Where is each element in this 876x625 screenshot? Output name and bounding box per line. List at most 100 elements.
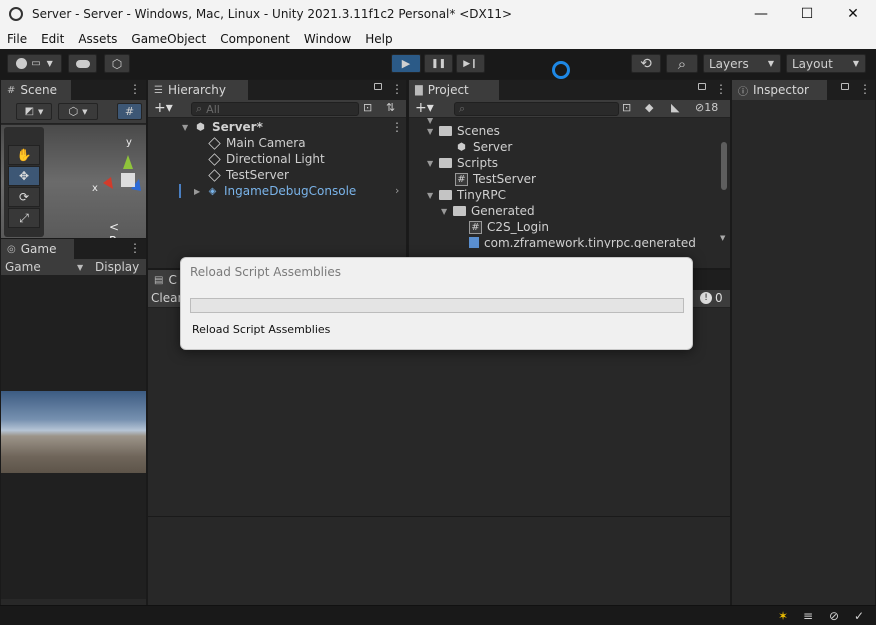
scale-tool-button[interactable]: ⤢ [8, 208, 40, 228]
lock-icon[interactable] [698, 83, 706, 90]
gizmo-y-axis[interactable] [123, 155, 133, 169]
menu-component[interactable]: Component [213, 32, 297, 46]
cache-server-icon[interactable]: ≡ [800, 609, 816, 623]
more-options-icon[interactable]: ⋮ [715, 82, 727, 96]
tab-game[interactable]: ◎ Game [1, 239, 74, 259]
prefab-open-arrow-icon[interactable]: › [395, 184, 399, 197]
tab-project[interactable]: ▇ Project [409, 80, 499, 100]
more-options-icon[interactable]: ⋮ [391, 82, 403, 96]
project-item-asmdef[interactable]: com.zframework.tinyrpc.generated [469, 235, 696, 248]
layers-dropdown[interactable]: Layers ▼ [703, 54, 781, 73]
grid-icon: # [7, 84, 16, 96]
sort-icon[interactable]: ⇅ [386, 101, 395, 114]
project-item-label: TestServer [473, 172, 536, 186]
filter-by-label-icon[interactable]: ◣ [671, 101, 679, 114]
project-item-c2s-login[interactable]: # C2S_Login [469, 219, 549, 235]
rotate-icon: ⟳ [18, 190, 30, 204]
search-by-type-icon[interactable]: ⊡ [622, 101, 631, 114]
error-filter-toggle[interactable]: ! 0 [700, 291, 723, 305]
menu-file[interactable]: File [0, 32, 34, 46]
search-by-type-icon[interactable]: ⊡ [363, 101, 372, 114]
debug-mode-icon[interactable]: ✶ [775, 609, 791, 623]
minimize-button[interactable]: — [738, 0, 784, 28]
pause-button[interactable]: ❚❚ [424, 54, 453, 73]
expand-arrow-icon[interactable]: ▼ [427, 127, 439, 136]
menu-edit[interactable]: Edit [34, 32, 71, 46]
rotate-tool-button[interactable]: ⟳ [8, 187, 40, 207]
project-item-scenes[interactable]: ▼ Scenes [427, 123, 500, 139]
create-asset-button[interactable]: +▾ [415, 100, 434, 116]
game-viewport[interactable] [1, 275, 146, 599]
hidden-packages-toggle[interactable]: ⊘18 [695, 101, 718, 114]
hierarchy-item-directional-light[interactable]: Directional Light [208, 151, 325, 167]
display-dropdown[interactable]: Display [95, 260, 139, 274]
scene-options-icon[interactable]: ⋮ [391, 120, 403, 134]
inspector-panel: ⓘ Inspector ⋮ [731, 79, 876, 606]
project-item-scripts[interactable]: ▼ Scripts [427, 155, 498, 171]
tab-console-label: C [168, 273, 177, 287]
more-options-icon[interactable]: ⋮ [859, 82, 871, 96]
move-tool-button[interactable]: ✥ [8, 166, 40, 186]
expand-arrow-icon[interactable]: ▼ [427, 191, 439, 200]
maximize-button[interactable]: ☐ [784, 0, 830, 28]
more-options-icon[interactable]: ⋮ [129, 82, 141, 96]
scene-gizmo[interactable] [81, 133, 141, 203]
hierarchy-item-main-camera[interactable]: Main Camera [208, 135, 306, 151]
dialog-progress-bar [190, 298, 684, 313]
expand-arrow-icon[interactable]: ▼ [441, 207, 453, 216]
render-mode-dropdown[interactable]: ⬡ ▼ [58, 103, 98, 120]
draw-mode-dropdown[interactable]: ◩ ▼ [16, 103, 52, 120]
progress-check-icon[interactable]: ✓ [851, 609, 867, 623]
scroll-down-icon[interactable]: ▼ [720, 234, 725, 242]
project-search-input[interactable]: ⌕ [454, 102, 619, 116]
project-item-server-scene[interactable]: ⬢ Server [455, 139, 512, 155]
more-options-icon[interactable]: ⋮ [129, 241, 141, 255]
hierarchy-search-input[interactable]: ⌕ All [191, 102, 359, 116]
collab-button[interactable]: ⬡ [104, 54, 130, 73]
lock-icon[interactable] [841, 83, 849, 90]
close-button[interactable]: ✕ [830, 0, 876, 28]
hand-tool-button[interactable]: ✋ [8, 145, 40, 165]
cloud-button[interactable] [68, 54, 97, 73]
project-scrollbar-thumb[interactable] [721, 142, 727, 190]
add-object-button[interactable]: +▾ [154, 100, 173, 116]
undo-history-button[interactable]: ⟲ [631, 54, 661, 73]
expand-arrow-icon[interactable]: ▶ [194, 187, 206, 196]
expand-arrow-icon[interactable]: ▼ [427, 159, 439, 168]
hierarchy-item-ingamedebugconsole[interactable]: ▶ ◈ IngameDebugConsole [194, 183, 356, 199]
gizmo-center[interactable] [121, 173, 135, 187]
account-badge-icon: ▭ [31, 58, 41, 69]
error-count: 0 [715, 291, 723, 305]
list-icon: ☰ [154, 84, 163, 96]
expand-arrow-icon[interactable]: ▼ [182, 123, 194, 132]
tab-hierarchy[interactable]: ☰ Hierarchy [148, 80, 248, 100]
menu-help[interactable]: Help [358, 32, 399, 46]
menu-gameobject[interactable]: GameObject [124, 32, 213, 46]
project-item-label: Scripts [457, 156, 499, 170]
hierarchy-scene-row[interactable]: ▼ ⬢ Server* [182, 119, 263, 135]
project-item-generated[interactable]: ▼ Generated [441, 203, 535, 219]
scene-viewport[interactable]: ✋ ✥ ⟳ ⤢ y x < Persp [1, 125, 146, 238]
menu-assets[interactable]: Assets [71, 32, 124, 46]
hierarchy-item-testserver[interactable]: TestServer [208, 167, 289, 183]
auto-generate-lighting-icon[interactable]: ⊘ [826, 609, 842, 623]
tab-inspector[interactable]: ⓘ Inspector [732, 80, 827, 100]
menu-window[interactable]: Window [297, 32, 358, 46]
layout-dropdown[interactable]: Layout ▼ [786, 54, 866, 73]
tab-console[interactable]: ▤ C [148, 270, 182, 290]
gizmo-x-axis[interactable] [103, 177, 113, 189]
project-item-testserver-script[interactable]: # TestServer [455, 171, 536, 187]
grid-snap-button[interactable]: # [117, 103, 142, 120]
account-dropdown[interactable]: ▭ ▼ [7, 54, 62, 73]
step-button[interactable]: ▶❙ [456, 54, 485, 73]
play-button[interactable]: ▶ [391, 54, 421, 73]
project-item-tinyrpc[interactable]: ▼ TinyRPC [427, 187, 506, 203]
game-view-dropdown[interactable]: Game [5, 260, 41, 274]
search-button[interactable]: ⌕ [666, 54, 698, 73]
clear-button[interactable]: Clear [151, 291, 182, 305]
persp-label[interactable]: < Persp [109, 220, 146, 238]
tab-scene[interactable]: # Scene [1, 80, 71, 100]
hand-icon: ✋ [16, 148, 32, 162]
lock-icon[interactable] [374, 83, 382, 90]
filter-by-type-icon[interactable]: ◆ [645, 101, 653, 114]
